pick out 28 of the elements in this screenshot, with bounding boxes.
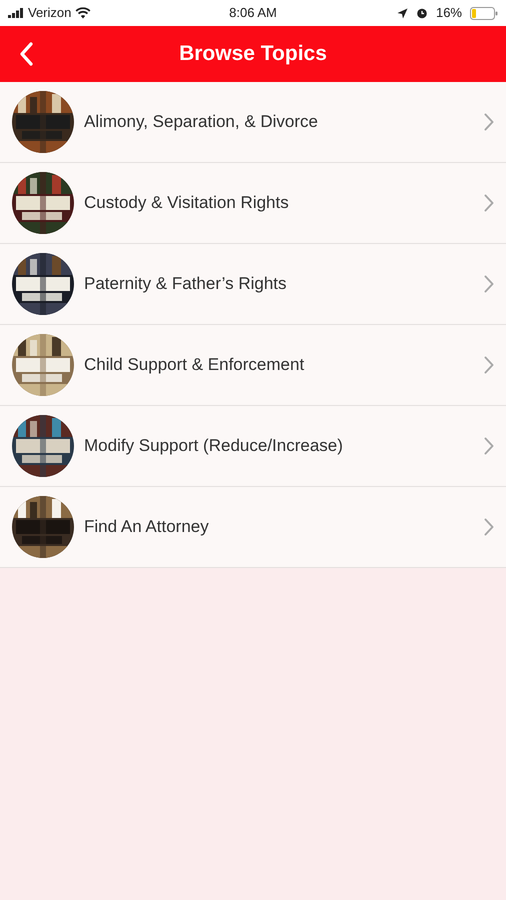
topic-row[interactable]: Custody & Visitation Rights bbox=[0, 163, 506, 244]
topic-row[interactable]: Paternity & Father’s Rights bbox=[0, 244, 506, 325]
header-title: Browse Topics bbox=[179, 41, 327, 68]
topic-title: Modify Support (Reduce/Increase) bbox=[84, 435, 344, 458]
location-arrow-icon bbox=[396, 8, 408, 18]
battery-percent: 16% bbox=[436, 4, 462, 22]
battery-icon bbox=[470, 6, 498, 20]
chevron-right-icon bbox=[484, 356, 494, 374]
chevron-right-icon bbox=[484, 275, 494, 293]
topic-title: Paternity & Father’s Rights bbox=[84, 273, 288, 296]
topic-title: Child Support & Enforcement bbox=[84, 354, 306, 376]
topic-row[interactable]: Modify Support (Reduce/Increase) bbox=[0, 406, 506, 487]
topic-row[interactable]: Alimony, Separation, & Divorce bbox=[0, 82, 506, 163]
topic-title: Alimony, Separation, & Divorce bbox=[84, 111, 320, 134]
chevron-right-icon bbox=[484, 113, 494, 131]
back-chevron-icon bbox=[19, 42, 33, 66]
chevron-right-icon bbox=[484, 437, 494, 455]
clock-time: 8:06 AM bbox=[229, 4, 277, 22]
carrier-name: Verizon bbox=[28, 4, 72, 22]
topic-row[interactable]: Find An Attorney bbox=[0, 487, 506, 568]
topic-title: Find An Attorney bbox=[84, 516, 210, 538]
chevron-right-icon bbox=[484, 518, 494, 536]
signal-icon bbox=[8, 8, 24, 18]
alarm-clock-icon bbox=[416, 7, 428, 19]
topic-row[interactable]: Child Support & Enforcement bbox=[0, 325, 506, 406]
wifi-icon bbox=[75, 7, 92, 19]
chevron-right-icon bbox=[484, 194, 494, 212]
topic-title: Custody & Visitation Rights bbox=[84, 192, 290, 214]
